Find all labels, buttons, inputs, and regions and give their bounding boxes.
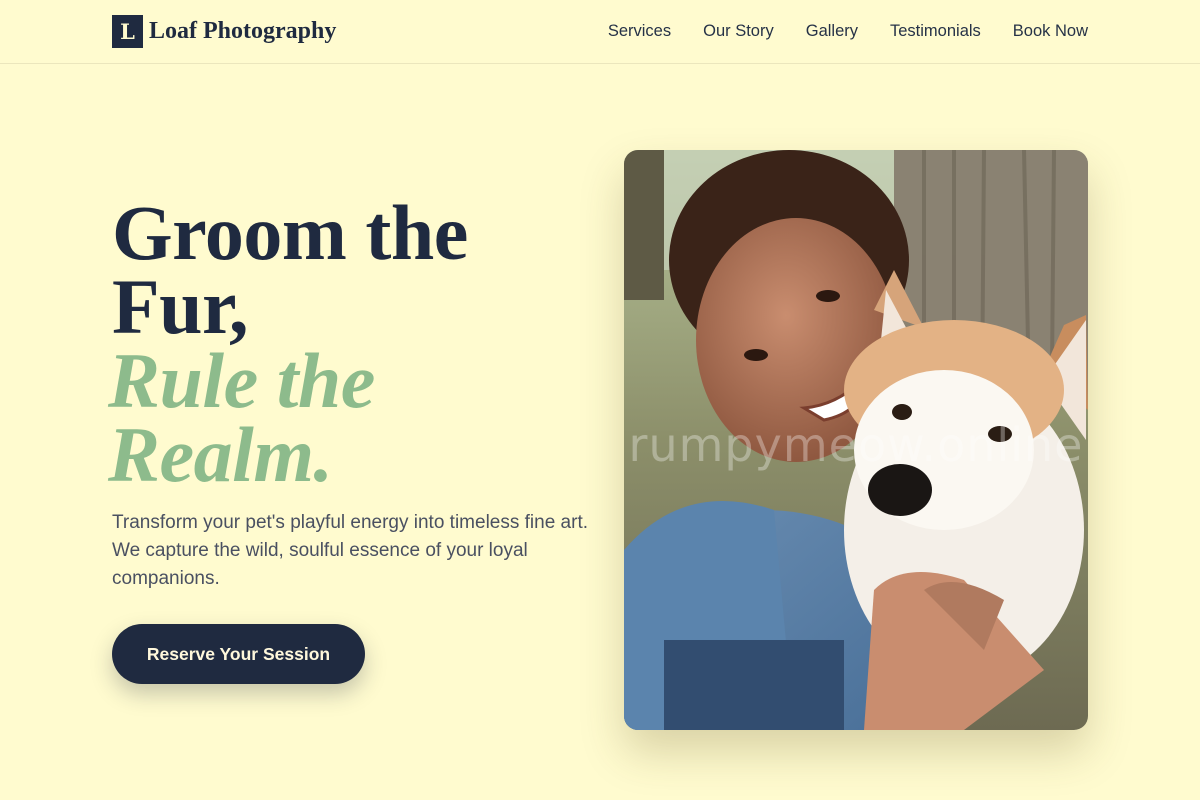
site-header: L Loaf Photography Services Our Story Ga… xyxy=(0,0,1200,64)
brand-name: Loaf Photography xyxy=(149,18,337,44)
reserve-session-button[interactable]: Reserve Your Session xyxy=(112,624,365,684)
nav-services[interactable]: Services xyxy=(608,22,671,41)
brand-logo[interactable]: L Loaf Photography xyxy=(112,15,336,48)
nav-book-now[interactable]: Book Now xyxy=(1013,22,1088,41)
main-nav: Services Our Story Gallery Testimonials … xyxy=(608,22,1088,41)
hero-text: Groom the Fur, Rule the Realm. xyxy=(108,189,592,494)
hero-title-accent2: Realm. xyxy=(108,411,333,498)
hero-title-line1: Groom the xyxy=(112,189,468,276)
hero-photo: rumpymeow.online xyxy=(624,150,1088,730)
hero-title: Groom the Fur, Rule the Realm. xyxy=(108,189,592,494)
hero-title-accent1: Rule the xyxy=(108,337,375,424)
photo-watermark: rumpymeow.online xyxy=(628,418,1084,472)
hero-description: Transform your pet's playful energy into… xyxy=(112,512,589,589)
hero-title-line2: Fur, xyxy=(112,263,249,350)
logo-mark: L xyxy=(112,15,143,48)
nav-gallery[interactable]: Gallery xyxy=(806,22,858,41)
nav-our-story[interactable]: Our Story xyxy=(703,22,774,41)
nav-testimonials[interactable]: Testimonials xyxy=(890,22,981,41)
